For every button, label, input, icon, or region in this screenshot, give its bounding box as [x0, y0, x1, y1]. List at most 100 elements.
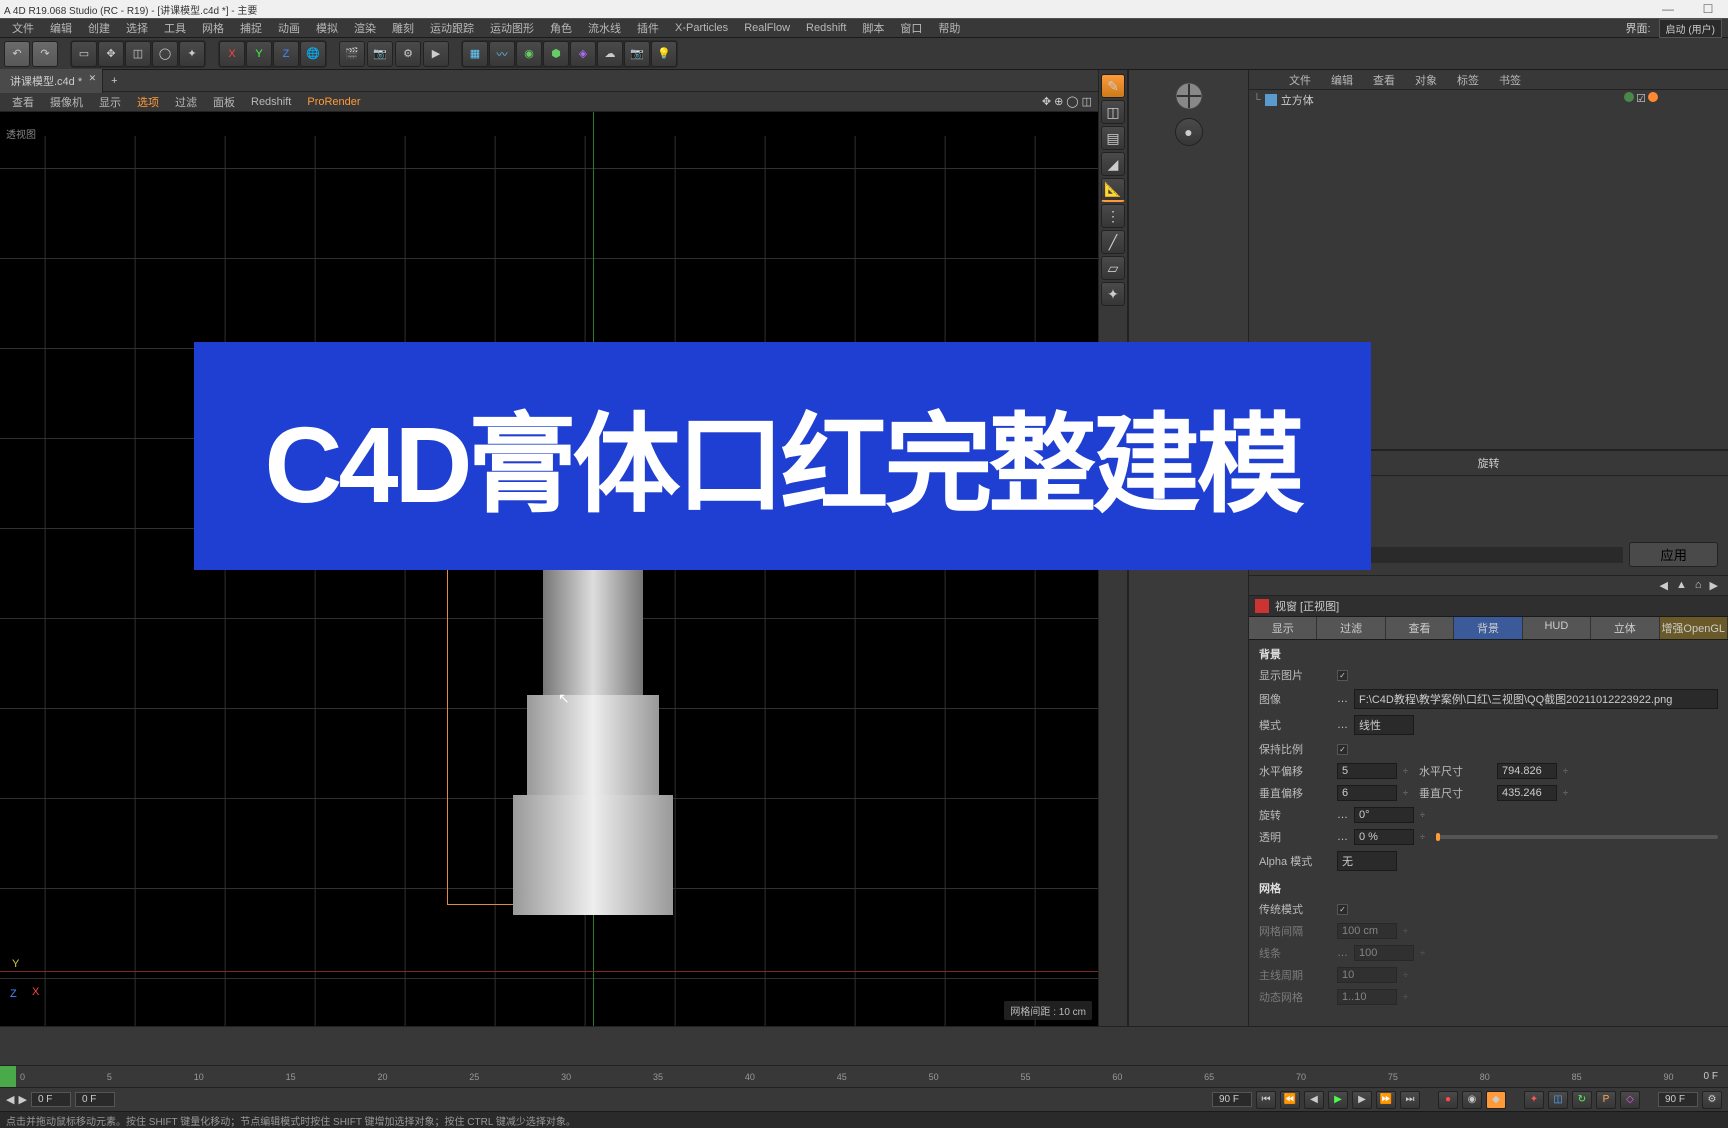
deformer-primitive[interactable]: ◈: [570, 41, 596, 67]
keep-ratio-checkbox[interactable]: ✓: [1337, 744, 1348, 755]
record-key-button[interactable]: ●: [1438, 1091, 1458, 1109]
attr-tab-stereo[interactable]: 立体: [1591, 617, 1659, 639]
minimize-button[interactable]: —: [1648, 0, 1688, 18]
vp-menu-camera[interactable]: 摄像机: [42, 92, 91, 112]
end-frame-input[interactable]: 90 F: [1658, 1092, 1698, 1107]
attr-tab-background[interactable]: 背景: [1454, 617, 1522, 639]
make-editable-button[interactable]: ✎: [1101, 74, 1125, 98]
vp-menu-options[interactable]: 选项: [129, 92, 167, 112]
goto-end-button[interactable]: ⏭: [1400, 1091, 1420, 1109]
menu-render[interactable]: 渲染: [346, 18, 384, 38]
edge-mode-button[interactable]: ╱: [1101, 230, 1125, 254]
key-scale-button[interactable]: ◫: [1548, 1091, 1568, 1109]
menu-realflow[interactable]: RealFlow: [736, 20, 798, 36]
start-frame-input[interactable]: 0 F: [31, 1092, 71, 1107]
step-forward-button[interactable]: ⏩: [1376, 1091, 1396, 1109]
obj-tab-objects[interactable]: 对象: [1405, 70, 1447, 90]
menu-mesh[interactable]: 网格: [194, 18, 232, 38]
play-forward-button[interactable]: ▶: [1328, 1091, 1348, 1109]
layout-dropdown[interactable]: 启动 (用户): [1659, 19, 1722, 38]
camera-primitive[interactable]: 📷: [624, 41, 650, 67]
key-pos-button[interactable]: ✦: [1524, 1091, 1544, 1109]
attr-tab-opengl[interactable]: 增强OpenGL: [1660, 617, 1728, 639]
close-icon[interactable]: ✕: [89, 73, 97, 84]
alpha-mode-dropdown[interactable]: 无: [1337, 851, 1397, 871]
obj-tab-tags[interactable]: 标签: [1447, 70, 1489, 90]
menu-xparticles[interactable]: X-Particles: [667, 20, 736, 36]
menu-sculpt[interactable]: 雕刻: [384, 18, 422, 38]
key-pla-button[interactable]: ◇: [1620, 1091, 1640, 1109]
new-tab-button[interactable]: +: [103, 75, 125, 87]
maximize-button[interactable]: ☐: [1688, 0, 1728, 18]
obj-tab-view[interactable]: 查看: [1363, 70, 1405, 90]
render-region-button[interactable]: 📷: [367, 41, 393, 67]
key-param-button[interactable]: P: [1596, 1091, 1616, 1109]
attr-prev-button[interactable]: ◀: [1660, 579, 1668, 592]
next-frame-button[interactable]: ▶: [1352, 1091, 1372, 1109]
menu-snap[interactable]: 捕捉: [232, 18, 270, 38]
generator-primitive[interactable]: ⬢: [543, 41, 569, 67]
attr-up-button[interactable]: ▲: [1676, 579, 1687, 592]
timeline-playhead[interactable]: [0, 1066, 16, 1087]
record-button[interactable]: ●: [1175, 118, 1203, 146]
show-image-checkbox[interactable]: ✓: [1337, 670, 1348, 681]
attr-tab-display[interactable]: 显示: [1249, 617, 1317, 639]
attr-tab-hud[interactable]: HUD: [1523, 617, 1591, 639]
rotation-input[interactable]: 0°: [1354, 807, 1414, 823]
step-back-button[interactable]: ⏪: [1280, 1091, 1300, 1109]
menu-script[interactable]: 脚本: [854, 18, 892, 38]
vp-menu-redshift[interactable]: Redshift: [243, 94, 299, 110]
attr-next-button[interactable]: ▶: [1710, 579, 1718, 592]
goto-start-button[interactable]: ⏮: [1256, 1091, 1276, 1109]
nurbs-primitive[interactable]: ◉: [516, 41, 542, 67]
menu-motiontrack[interactable]: 运动跟踪: [422, 18, 482, 38]
point-mode-button[interactable]: ⋮: [1101, 204, 1125, 228]
vp-menu-view[interactable]: 查看: [4, 92, 42, 112]
obj-tab-bookmarks[interactable]: 书签: [1489, 70, 1531, 90]
timeline-options-button[interactable]: ⚙: [1702, 1091, 1722, 1109]
axis-z-toggle[interactable]: Z: [273, 41, 299, 67]
rotate-tool[interactable]: ◯: [152, 41, 178, 67]
vp-menu-panel[interactable]: 面板: [205, 92, 243, 112]
model-mode-button[interactable]: ◫: [1101, 100, 1125, 124]
visibility-tag[interactable]: [1624, 92, 1634, 102]
render-queue-button[interactable]: ▶: [423, 41, 449, 67]
nav-cross-icon[interactable]: [1173, 80, 1205, 112]
frame-prev-icon[interactable]: ◀: [6, 1093, 14, 1106]
keyframe-selection-button[interactable]: ◆: [1486, 1091, 1506, 1109]
vp-maximize-icon[interactable]: ◫: [1082, 95, 1092, 108]
scale-tool[interactable]: ◫: [125, 41, 151, 67]
menu-plugins[interactable]: 插件: [629, 18, 667, 38]
world-axis-toggle[interactable]: 🌐: [300, 41, 326, 67]
hoffset-input[interactable]: 5: [1337, 763, 1397, 779]
prev-frame-button[interactable]: ◀: [1304, 1091, 1324, 1109]
mode-dropdown[interactable]: 线性: [1354, 715, 1414, 735]
autokey-button[interactable]: ◉: [1462, 1091, 1482, 1109]
texture-mode-button[interactable]: ▤: [1101, 126, 1125, 150]
axis-y-toggle[interactable]: Y: [246, 41, 272, 67]
transparency-input[interactable]: 0 %: [1354, 829, 1414, 845]
redo-button[interactable]: ↷: [32, 41, 58, 67]
menu-character[interactable]: 角色: [542, 18, 580, 38]
voffset-input[interactable]: 6: [1337, 785, 1397, 801]
menu-simulate[interactable]: 模拟: [308, 18, 346, 38]
vp-orbit-icon[interactable]: ◯: [1066, 95, 1078, 108]
tag-icon[interactable]: ☑: [1636, 92, 1646, 105]
attr-tab-filter[interactable]: 过滤: [1317, 617, 1385, 639]
menu-tools[interactable]: 工具: [156, 18, 194, 38]
polygon-mode-button[interactable]: ▱: [1101, 256, 1125, 280]
select-tool[interactable]: ▭: [71, 41, 97, 67]
obj-tab-file[interactable]: 文件: [1279, 70, 1321, 90]
menu-redshift[interactable]: Redshift: [798, 20, 854, 36]
light-primitive[interactable]: 💡: [651, 41, 677, 67]
range-end-input[interactable]: 90 F: [1212, 1092, 1252, 1107]
transparency-slider[interactable]: [1436, 835, 1718, 839]
render-view-button[interactable]: 🎬: [339, 41, 365, 67]
vp-zoom-icon[interactable]: ⊕: [1054, 95, 1063, 108]
legacy-mode-checkbox[interactable]: ✓: [1337, 904, 1348, 915]
render-settings-button[interactable]: ⚙: [395, 41, 421, 67]
obj-tab-edit[interactable]: 编辑: [1321, 70, 1363, 90]
menu-select[interactable]: 选择: [118, 18, 156, 38]
key-rot-button[interactable]: ↻: [1572, 1091, 1592, 1109]
axis-x-toggle[interactable]: X: [219, 41, 245, 67]
